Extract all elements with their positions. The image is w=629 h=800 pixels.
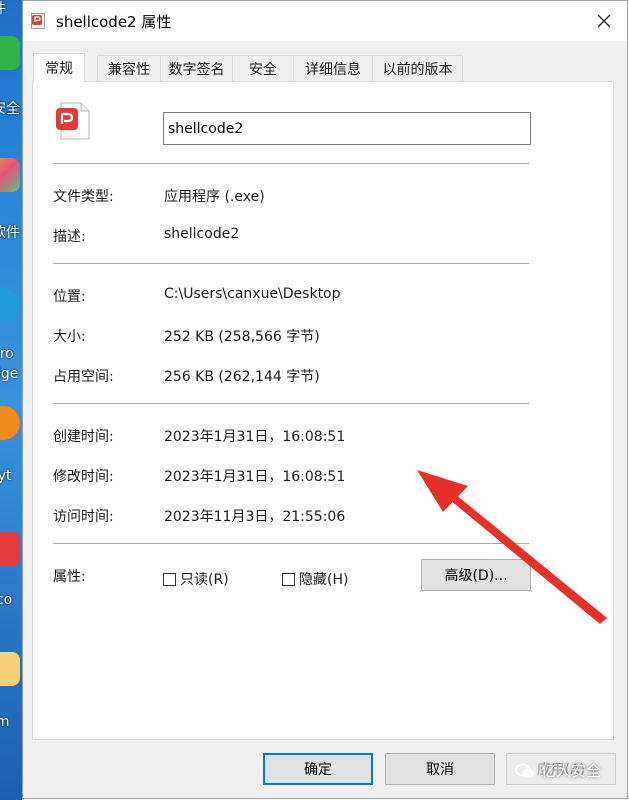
tab-label: 常规 (45, 61, 73, 77)
watermark-text: 亿人安全 (541, 762, 602, 780)
tab-general[interactable]: 常规 (33, 53, 85, 82)
annotation-arrow (417, 470, 607, 624)
watermark: 亿人安全 (515, 760, 601, 781)
wechat-icon (515, 763, 534, 777)
